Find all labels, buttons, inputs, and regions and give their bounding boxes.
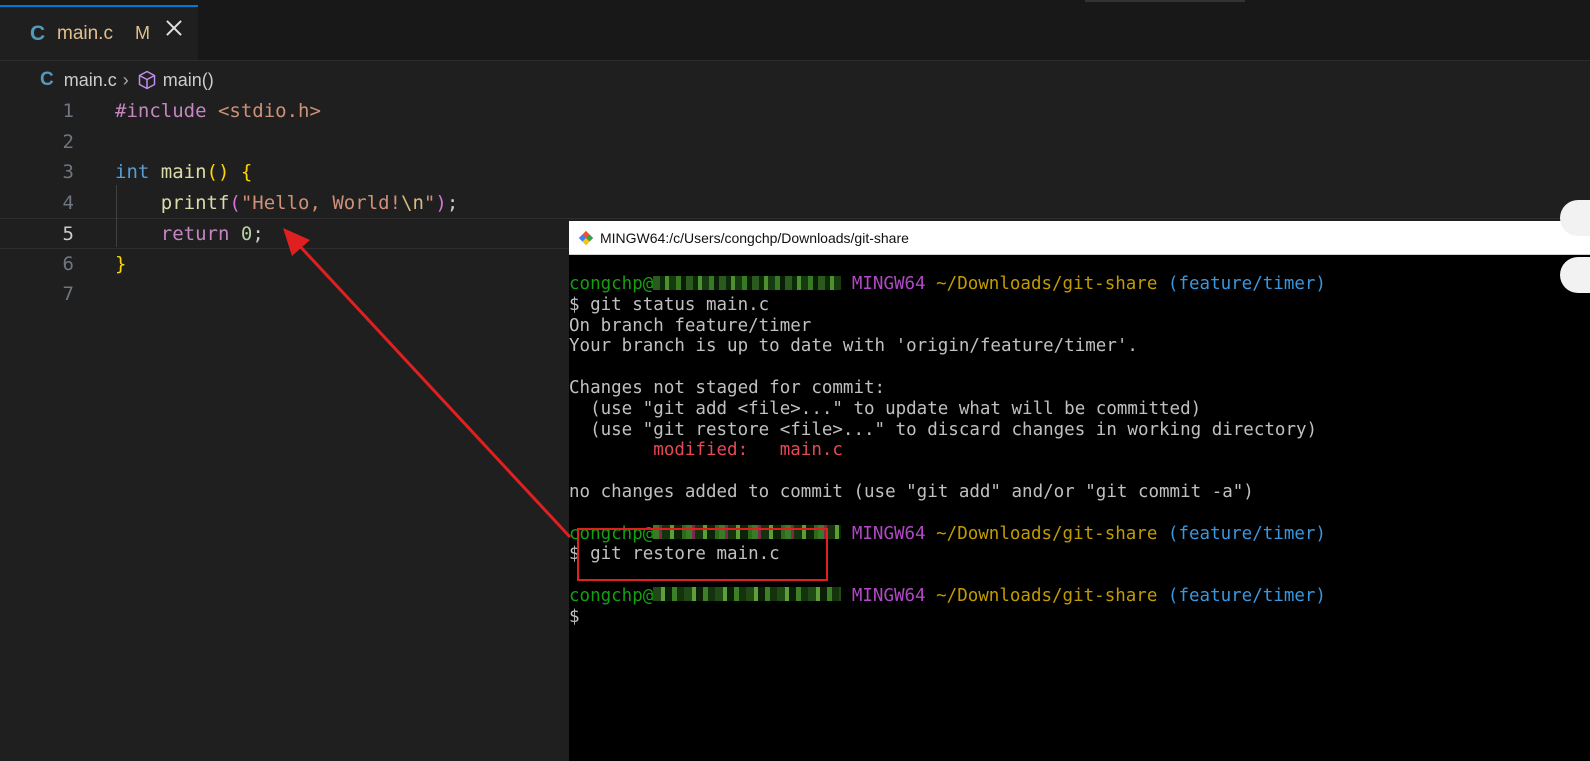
terminal-text: Your branch is up to date with 'origin/f… xyxy=(569,336,1138,357)
code-text: } xyxy=(115,249,126,280)
terminal-text: (feature/timer) xyxy=(1157,523,1326,544)
breadcrumb-file[interactable]: main.c xyxy=(64,70,117,91)
line-number: 3 xyxy=(62,161,74,183)
terminal-line: $ xyxy=(569,607,1326,628)
code-token: return xyxy=(160,223,230,245)
code-token: main xyxy=(160,161,207,183)
terminal-text: congchp@ xyxy=(569,274,654,294)
code-token: #include xyxy=(115,100,207,122)
breadcrumb-symbol[interactable]: main() xyxy=(163,70,214,91)
redacted-hostname xyxy=(653,587,842,602)
code-line[interactable]: 3 int main() { xyxy=(0,157,1590,188)
terminal-text: (feature/timer) xyxy=(1157,585,1326,606)
code-token: int xyxy=(115,161,150,183)
annotation-highlight-box xyxy=(577,528,828,581)
c-file-icon: C xyxy=(40,69,54,90)
terminal-line: no changes added to commit (use "git add… xyxy=(569,482,1326,503)
terminal-line: congchp@ MINGW64 ~/Downloads/git-share (… xyxy=(569,274,1326,295)
terminal-text: ~/Downloads/git-share xyxy=(925,274,1158,294)
tab-filename: main.c xyxy=(57,22,113,44)
terminal-title: MINGW64:/c/Users/congchp/Downloads/git-s… xyxy=(600,229,909,246)
terminal-window[interactable]: MINGW64:/c/Users/congchp/Downloads/git-s… xyxy=(569,221,1590,761)
terminal-line: congchp@ MINGW64 ~/Downloads/git-share (… xyxy=(569,586,1326,607)
line-number: 6 xyxy=(62,252,74,275)
modified-badge: M xyxy=(135,23,150,43)
chevron-right-icon: › xyxy=(122,69,129,90)
terminal-text: modified: main.c xyxy=(569,440,843,461)
terminal-text: ~/Downloads/git-share xyxy=(925,585,1158,606)
code-token: "Hello, World! xyxy=(240,191,402,214)
terminal-line: (use "git add <file>..." to update what … xyxy=(569,399,1326,420)
terminal-line: $ git status main.c xyxy=(569,295,1326,316)
indent-guide xyxy=(116,185,117,247)
terminal-text: MINGW64 xyxy=(841,523,926,544)
code-token: { xyxy=(240,161,253,183)
line-number: 1 xyxy=(62,100,74,122)
tab-main-c[interactable]: C main.c M xyxy=(0,5,198,60)
close-icon[interactable] xyxy=(164,18,184,38)
code-token: () xyxy=(206,161,230,183)
terminal-text: no changes added to commit (use "git add… xyxy=(569,481,1254,502)
terminal-line: Your branch is up to date with 'origin/f… xyxy=(569,336,1326,357)
terminal-text: (use "git add <file>..." to update what … xyxy=(569,398,1202,419)
editor-tab-bar: C main.c M xyxy=(0,0,1590,61)
code-text: return 0; xyxy=(115,219,264,250)
terminal-text: ~/Downloads/git-share xyxy=(925,523,1158,544)
code-token: 0 xyxy=(240,223,253,245)
code-token: <stdio.h> xyxy=(217,100,321,122)
code-token: ; xyxy=(252,223,264,245)
code-text: #include <stdio.h> xyxy=(115,96,321,127)
code-line[interactable]: 1 #include <stdio.h> xyxy=(0,96,1590,127)
code-token: printf xyxy=(160,191,230,214)
terminal-text: $ git status main.c xyxy=(569,294,770,315)
terminal-text: MINGW64 xyxy=(841,274,926,294)
breadcrumb: C main.c › main() xyxy=(40,66,214,94)
git-bash-icon xyxy=(578,230,594,245)
terminal-line: On branch feature/timer xyxy=(569,316,1326,337)
terminal-text: $ xyxy=(569,606,580,627)
terminal-line: modified: main.c xyxy=(569,440,1326,461)
terminal-line: (use "git restore <file>..." to discard … xyxy=(569,420,1326,441)
line-number: 5 xyxy=(62,223,74,245)
code-token: ( xyxy=(229,191,241,214)
line-number: 4 xyxy=(62,191,74,214)
code-line[interactable]: 2 xyxy=(0,127,1590,158)
code-token: ) xyxy=(435,191,447,214)
terminal-text: MINGW64 xyxy=(841,585,926,606)
terminal-text: congchp@ xyxy=(569,585,654,606)
code-text: int main() { xyxy=(115,157,252,188)
code-text: printf("Hello, World!\n"); xyxy=(115,188,459,219)
terminal-line: Changes not staged for commit: xyxy=(569,378,1326,399)
code-line[interactable]: 4 printf("Hello, World!\n"); xyxy=(0,188,1590,219)
code-token: } xyxy=(115,252,127,275)
code-token: " xyxy=(423,191,436,214)
side-handle-top[interactable] xyxy=(1560,200,1590,236)
terminal-text: On branch feature/timer xyxy=(569,315,812,336)
side-handle-bottom[interactable] xyxy=(1560,257,1590,293)
terminal-text: Changes not staged for commit: xyxy=(569,377,886,398)
cube-symbol-icon xyxy=(138,70,155,90)
window-top-border xyxy=(1085,0,1245,2)
line-number: 7 xyxy=(62,283,74,305)
terminal-titlebar[interactable]: MINGW64:/c/Users/congchp/Downloads/git-s… xyxy=(569,221,1590,255)
terminal-text: (use "git restore <file>..." to discard … xyxy=(569,419,1318,440)
code-token: ; xyxy=(446,191,459,214)
redacted-hostname xyxy=(653,275,842,290)
line-number: 2 xyxy=(62,130,74,153)
code-token: \n xyxy=(401,191,424,214)
c-file-icon: C xyxy=(30,21,46,45)
terminal-text: (feature/timer) xyxy=(1157,274,1326,294)
